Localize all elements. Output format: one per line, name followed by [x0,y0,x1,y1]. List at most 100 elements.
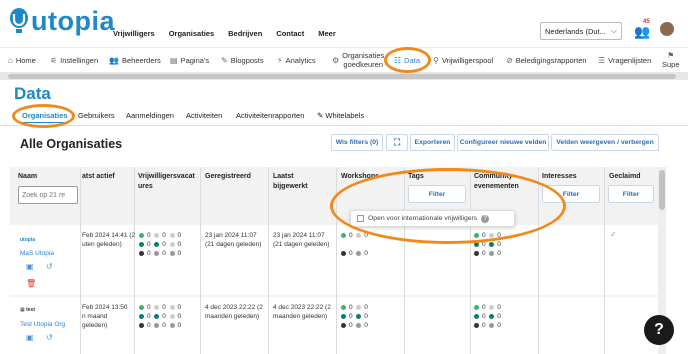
vacancy-stats: 0 0 0 0 0 0 0 0 0 [139,231,181,258]
tab-organisaties[interactable]: Organisaties [22,111,68,123]
last-active: Feb 2024 13:50 n maand geleden) [82,304,128,329]
pool-icon: ⚲ [433,55,439,65]
list-icon: ☰ [598,55,606,65]
approve-icon: ⚙ [332,55,340,65]
org-logo: utopia [20,237,35,243]
tab-whitelabels[interactable]: ✎ Whitelabels [317,111,364,120]
tab-gebruikers[interactable]: Gebruikers [78,111,115,120]
header-tags[interactable]: Tags [408,172,424,182]
header-laatst-actief[interactable]: atst actief [82,172,115,182]
header-vacatures[interactable]: Vrijwilligersvacat ures [138,172,195,192]
menu-data[interactable]: ☷ Data [394,48,420,72]
vacancy-stats: 0 0 0 0 0 0 0 0 0 [139,303,181,330]
tab-aanmeldingen[interactable]: Aanmeldingen [126,111,174,120]
menu-label: Vrijwilligerspool [441,55,494,65]
claimed-check-icon: ✓ [610,230,617,239]
header-naam[interactable]: Naam [18,172,37,182]
column-divider [336,167,337,354]
menu-instellingen[interactable]: ⚟ Instellingen [50,48,98,72]
tab-activiteiten[interactable]: Activiteiten [186,111,222,120]
menu-organisaties-goedkeuren[interactable]: ⚙ Organisaties goedkeuren [332,48,385,72]
header-laatst-bijgewerkt[interactable]: Laatst bijgewerkt [273,172,308,192]
column-divider [470,167,471,354]
menu-vrijwilligerspool[interactable]: ⚲ Vrijwilligerspool [433,48,493,72]
users-icon: 👥 [109,55,119,65]
header-geclaimd[interactable]: Geclaimd [609,172,641,182]
menu-super[interactable]: ⚑ Supe [662,51,680,75]
help-button[interactable]: ? [644,315,674,345]
column-divider [538,167,539,354]
history-icon[interactable]: ↺ [46,333,53,342]
tab-label: Whitelabels [325,111,365,120]
community-stats: 0 0 0 0 0 0 [474,303,501,330]
avatar[interactable] [660,22,674,36]
menu-vragenlijsten[interactable]: ☰ Vragenlijsten [598,48,651,72]
last-active: Feb 2024 14:41 (2 uten geleden) [82,232,136,248]
interesses-filter-button[interactable]: Filter [542,185,600,203]
community-stats: 0 0 0 0 0 0 [474,231,501,258]
organisations-table: Naam atst actief Vrijwilligersvacat ures… [10,167,658,354]
edit-icon[interactable]: ▣ [26,262,34,271]
org-name-link[interactable]: MaS Utopia [20,249,54,258]
scrollbar-thumb[interactable] [659,170,665,210]
configure-fields-button[interactable]: Configureer nieuwe velden [457,134,549,151]
top-bar: utopia Vrijwilligers Organisaties Bedrij… [0,0,688,46]
filter-option-label: Open voor internationale vrijwilligers [368,215,478,222]
header-interesses[interactable]: Interesses [542,172,577,182]
history-icon[interactable]: ↺ [46,262,53,271]
header-community[interactable]: Community evenementen [474,172,519,192]
pages-icon: ▤ [170,55,178,65]
nav-meer[interactable]: Meer [318,29,336,38]
notification-icon[interactable]: 👥 [634,24,650,40]
show-hide-fields-button[interactable]: Velden weergeven / verbergen [551,134,659,151]
nav-contact[interactable]: Contact [276,29,304,38]
tags-filter-dropdown[interactable]: Open voor internationale vrijwilligers ? [350,210,515,227]
horizontal-scrollbar[interactable] [0,73,688,80]
menu-label: Instellingen [60,55,99,65]
menu-analytics[interactable]: ⚡ Analytics [277,48,316,72]
header-geregistreerd[interactable]: Geregistreerd [205,172,251,182]
edit-icon[interactable]: ▣ [26,333,34,342]
nav-bedrijven[interactable]: Bedrijven [228,29,262,38]
column-divider [80,167,81,354]
expand-icon[interactable]: ⛶ [386,134,408,151]
help-circle-icon[interactable]: ? [481,214,490,223]
scrollbar-thumb[interactable] [8,74,676,79]
chart-icon: ⚡ [277,55,283,65]
data-subtabs: Organisaties Gebruikers Aanmeldingen Act… [0,108,688,126]
export-button[interactable]: Exporteren [410,134,455,151]
name-search-input[interactable] [18,186,78,204]
nav-organisaties[interactable]: Organisaties [169,29,214,38]
menu-label: Data [404,55,421,65]
tags-filter-button[interactable]: Filter [408,185,466,203]
trash-icon[interactable]: 🗑 [26,279,36,288]
super-icon: ⚑ [667,51,675,60]
clear-filters-button[interactable]: Wis filters (0) [331,134,383,151]
workshop-stats: 0 0 0 0 0 0 [341,303,368,330]
nav-vrijwilligers[interactable]: Vrijwilligers [113,29,155,38]
menu-blogposts[interactable]: ✎ Blogposts [221,48,264,72]
report-icon: ⊘ [506,55,513,65]
column-divider [134,167,135,354]
menu-beheerders[interactable]: 👥 Beheerders [109,48,161,72]
geclaimd-filter-button[interactable]: Filter [608,185,654,203]
checkbox[interactable] [357,215,364,222]
header-workshops[interactable]: Workshops [341,172,379,182]
menu-beledigingsrapporten[interactable]: ⊘ Beledigingsrapporten [506,48,587,72]
menu-paginas[interactable]: ▤ Pagina's [170,48,209,72]
language-select[interactable]: Nederlands (Dut... ⌵ [540,22,622,40]
logo[interactable]: utopia [8,6,115,36]
menu-home[interactable]: ⌂ Home [8,48,36,72]
balloon-logo-icon [10,8,28,33]
tab-activiteitenrapporten[interactable]: Activiteitenrapporten [236,111,304,120]
menu-label: Organisaties goedkeuren [342,51,385,69]
menu-label: Beledigingsrapporten [515,55,587,65]
home-icon: ⌂ [8,55,13,65]
org-logo: ▦ test [20,307,36,313]
menu-label: Blogposts [230,55,264,65]
section-title: Alle Organisaties [20,137,123,151]
registered-date: 23 jan 2024 11:07 (21 dagen geleden) [205,232,262,248]
column-divider [200,167,201,354]
org-name-link[interactable]: Test Utopia Org [20,320,65,329]
top-nav: Vrijwilligers Organisaties Bedrijven Con… [113,29,336,38]
